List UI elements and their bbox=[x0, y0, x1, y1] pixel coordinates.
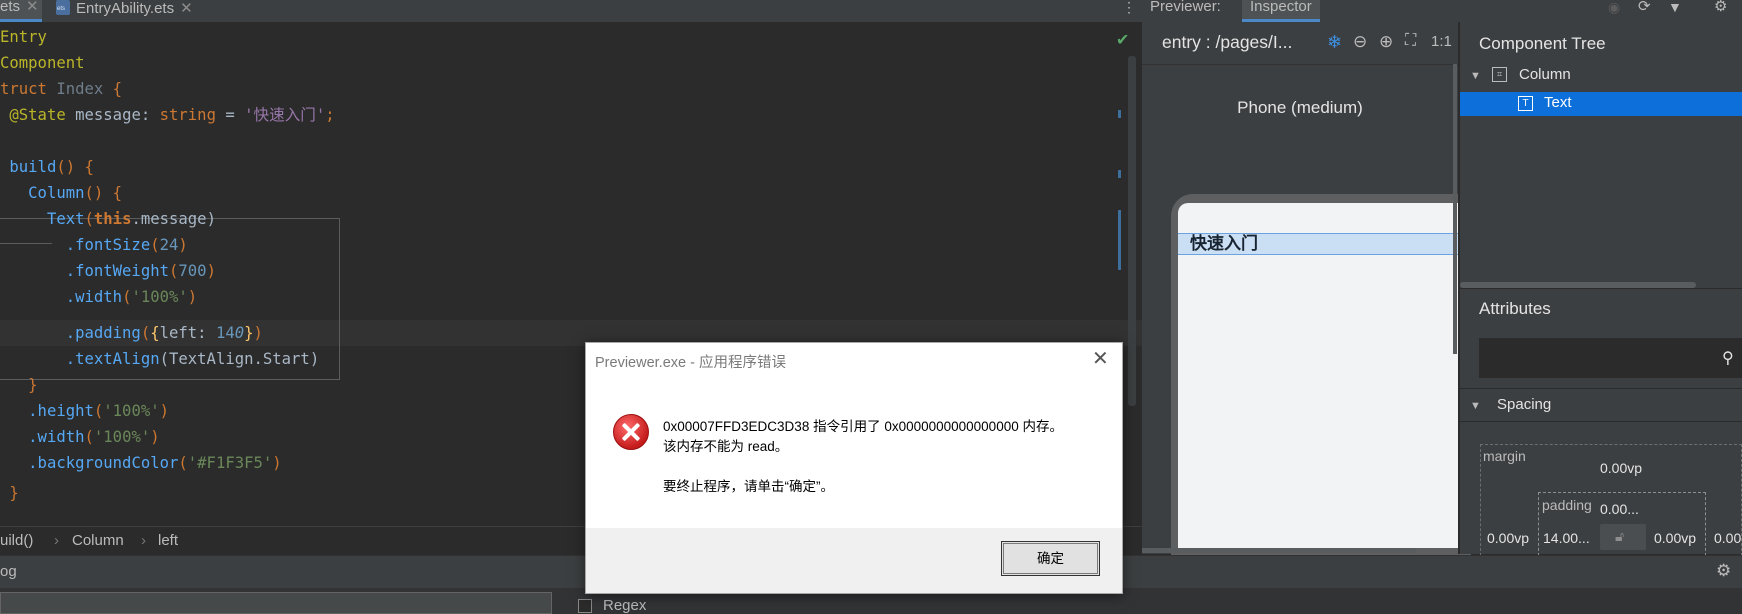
tree-item-column[interactable]: Column bbox=[1519, 66, 1571, 83]
breadcrumb-item[interactable]: left bbox=[158, 527, 178, 555]
tab-label: ets bbox=[0, 0, 21, 15]
code-line-12: .padding({left: 140}) bbox=[65, 324, 263, 342]
code-line-4: @State message: string = '快速入门'; bbox=[9, 106, 335, 124]
padding-top-value[interactable]: 0.00... bbox=[1600, 501, 1639, 517]
code-line-1: Entry bbox=[0, 28, 47, 46]
editor-tab-bar: ets ✕ EntryAbility.ets ✕ ⋮ bbox=[0, 0, 1142, 22]
log-tab-label[interactable]: og bbox=[0, 563, 17, 580]
inspection-ok-icon[interactable]: ✔ bbox=[1116, 30, 1129, 50]
close-icon[interactable]: ✕ bbox=[26, 0, 39, 15]
code-line-6: build() { bbox=[9, 158, 94, 176]
preview-text[interactable]: 快速入门 bbox=[1190, 233, 1258, 255]
zoom-in-icon[interactable]: ⊕ bbox=[1379, 32, 1393, 52]
gear-icon[interactable]: ⚙ bbox=[1716, 561, 1731, 581]
close-icon[interactable]: ✕ bbox=[1092, 346, 1109, 371]
collapse-arrow-icon[interactable]: ▼ bbox=[1470, 400, 1481, 412]
snowflake-icon[interactable]: ❄ bbox=[1327, 32, 1342, 53]
ok-button[interactable]: 确定 bbox=[1001, 541, 1100, 576]
error-message-line-1: 0x00007FFD3EDC3D38 指令引用了 0x0000000000000… bbox=[663, 419, 1063, 434]
padding-left-value[interactable]: 14.00... bbox=[1543, 530, 1590, 546]
gutter-marker bbox=[1118, 110, 1121, 118]
margin-label: margin bbox=[1483, 448, 1526, 464]
code-line-8: Text(this.message) bbox=[46, 210, 216, 228]
actual-size-button[interactable]: 1:1 bbox=[1431, 33, 1452, 50]
fit-screen-icon[interactable]: ⛶ bbox=[1405, 32, 1416, 50]
margin-right-value[interactable]: 0.00 bbox=[1714, 530, 1741, 546]
component-tree-title: Component Tree bbox=[1479, 34, 1606, 53]
device-name: Phone (medium) bbox=[1237, 98, 1363, 117]
divider bbox=[1460, 421, 1742, 422]
close-icon[interactable]: ✕ bbox=[180, 0, 193, 17]
code-line-18: } bbox=[9, 484, 19, 502]
code-line-7: Column() { bbox=[28, 184, 123, 202]
code-line-10: .fontWeight(700) bbox=[65, 262, 216, 280]
log-search-input[interactable] bbox=[0, 592, 552, 614]
margin-top-value[interactable]: 0.00vp bbox=[1600, 460, 1642, 476]
code-line-14: } bbox=[28, 376, 38, 394]
tab-inspector[interactable]: Inspector bbox=[1242, 0, 1320, 22]
padding-label: padding bbox=[1542, 497, 1592, 513]
previewer-hscrollbar[interactable] bbox=[1142, 548, 1416, 553]
tree-item-text-selected[interactable] bbox=[1460, 92, 1742, 116]
error-icon bbox=[613, 414, 649, 450]
code-line-13: .textAlign(TextAlign.Start) bbox=[65, 350, 320, 368]
column-icon: ⌗ bbox=[1492, 67, 1507, 82]
code-line-3: truct Index { bbox=[0, 80, 123, 98]
code-line-2: Component bbox=[0, 54, 85, 72]
regex-label: Regex bbox=[603, 597, 647, 614]
attributes-title: Attributes bbox=[1479, 299, 1551, 318]
editor-scrollbar[interactable] bbox=[1128, 56, 1136, 406]
more-options-icon[interactable]: ⋮ bbox=[1122, 0, 1136, 14]
dialog-title: Previewer.exe - 应用程序错误 bbox=[595, 355, 786, 371]
padding-right-value[interactable]: 0.00vp bbox=[1654, 530, 1696, 546]
gutter-marker bbox=[1118, 210, 1121, 270]
code-line-11: .width('100%') bbox=[65, 288, 198, 306]
tab-label: EntryAbility.ets bbox=[76, 0, 175, 17]
component-tree-panel bbox=[1460, 22, 1742, 288]
previewer-vscrollbar[interactable] bbox=[1453, 64, 1457, 354]
breadcrumb-item[interactable]: uild() bbox=[0, 527, 33, 555]
text-component-icon: T bbox=[1518, 96, 1533, 111]
previewer-label: Previewer: bbox=[1150, 0, 1221, 15]
tab-entryability[interactable]: EntryAbility.ets ✕ bbox=[56, 0, 193, 22]
previewer-header: Previewer: Inspector ◉ ⟳ ▼ ⚙ bbox=[1142, 0, 1742, 22]
error-message-line-2: 该内存不能为 read。 bbox=[663, 439, 789, 454]
refresh-icon[interactable]: ⟳ bbox=[1638, 0, 1651, 14]
gutter-marker bbox=[1118, 170, 1121, 178]
tree-item-text[interactable]: Text bbox=[1544, 94, 1572, 111]
expand-arrow-icon[interactable]: ▼ bbox=[1470, 70, 1481, 82]
code-line-9: .fontSize(24) bbox=[65, 236, 188, 254]
margin-left-value[interactable]: 0.00vp bbox=[1487, 530, 1529, 546]
page-path: entry : /pages/I... bbox=[1162, 32, 1293, 52]
regex-checkbox[interactable] bbox=[578, 599, 592, 613]
gear-icon[interactable]: ⚙ bbox=[1714, 0, 1727, 14]
breadcrumb-separator: › bbox=[141, 532, 146, 549]
divider bbox=[1460, 388, 1742, 389]
code-line-15: .height('100%') bbox=[28, 402, 170, 420]
tab-ets[interactable]: ets ✕ bbox=[0, 0, 42, 22]
attributes-search-input[interactable] bbox=[1479, 338, 1742, 378]
code-line-16: .width('100%') bbox=[28, 428, 160, 446]
spacing-section-title[interactable]: Spacing bbox=[1497, 396, 1551, 413]
eye-icon[interactable]: ◉ bbox=[1608, 0, 1620, 14]
breadcrumb-item[interactable]: Column bbox=[72, 527, 124, 555]
code-line-17: .backgroundColor('#F1F3F5') bbox=[28, 454, 282, 472]
zoom-out-icon[interactable]: ⊖ bbox=[1353, 32, 1367, 52]
unlock-icon: 🔓︎ bbox=[1615, 528, 1625, 544]
ets-file-icon bbox=[56, 0, 70, 15]
error-message-line-3: 要终止程序，请单击“确定”。 bbox=[663, 479, 834, 494]
pin-icon[interactable]: ▼ bbox=[1668, 0, 1682, 14]
previewer-toolbar: entry : /pages/I... ❄ ⊖ ⊕ ⛶ 1:1 bbox=[1142, 22, 1458, 65]
search-icon[interactable]: ⚲ bbox=[1722, 348, 1734, 368]
breadcrumb-separator: › bbox=[54, 532, 59, 549]
